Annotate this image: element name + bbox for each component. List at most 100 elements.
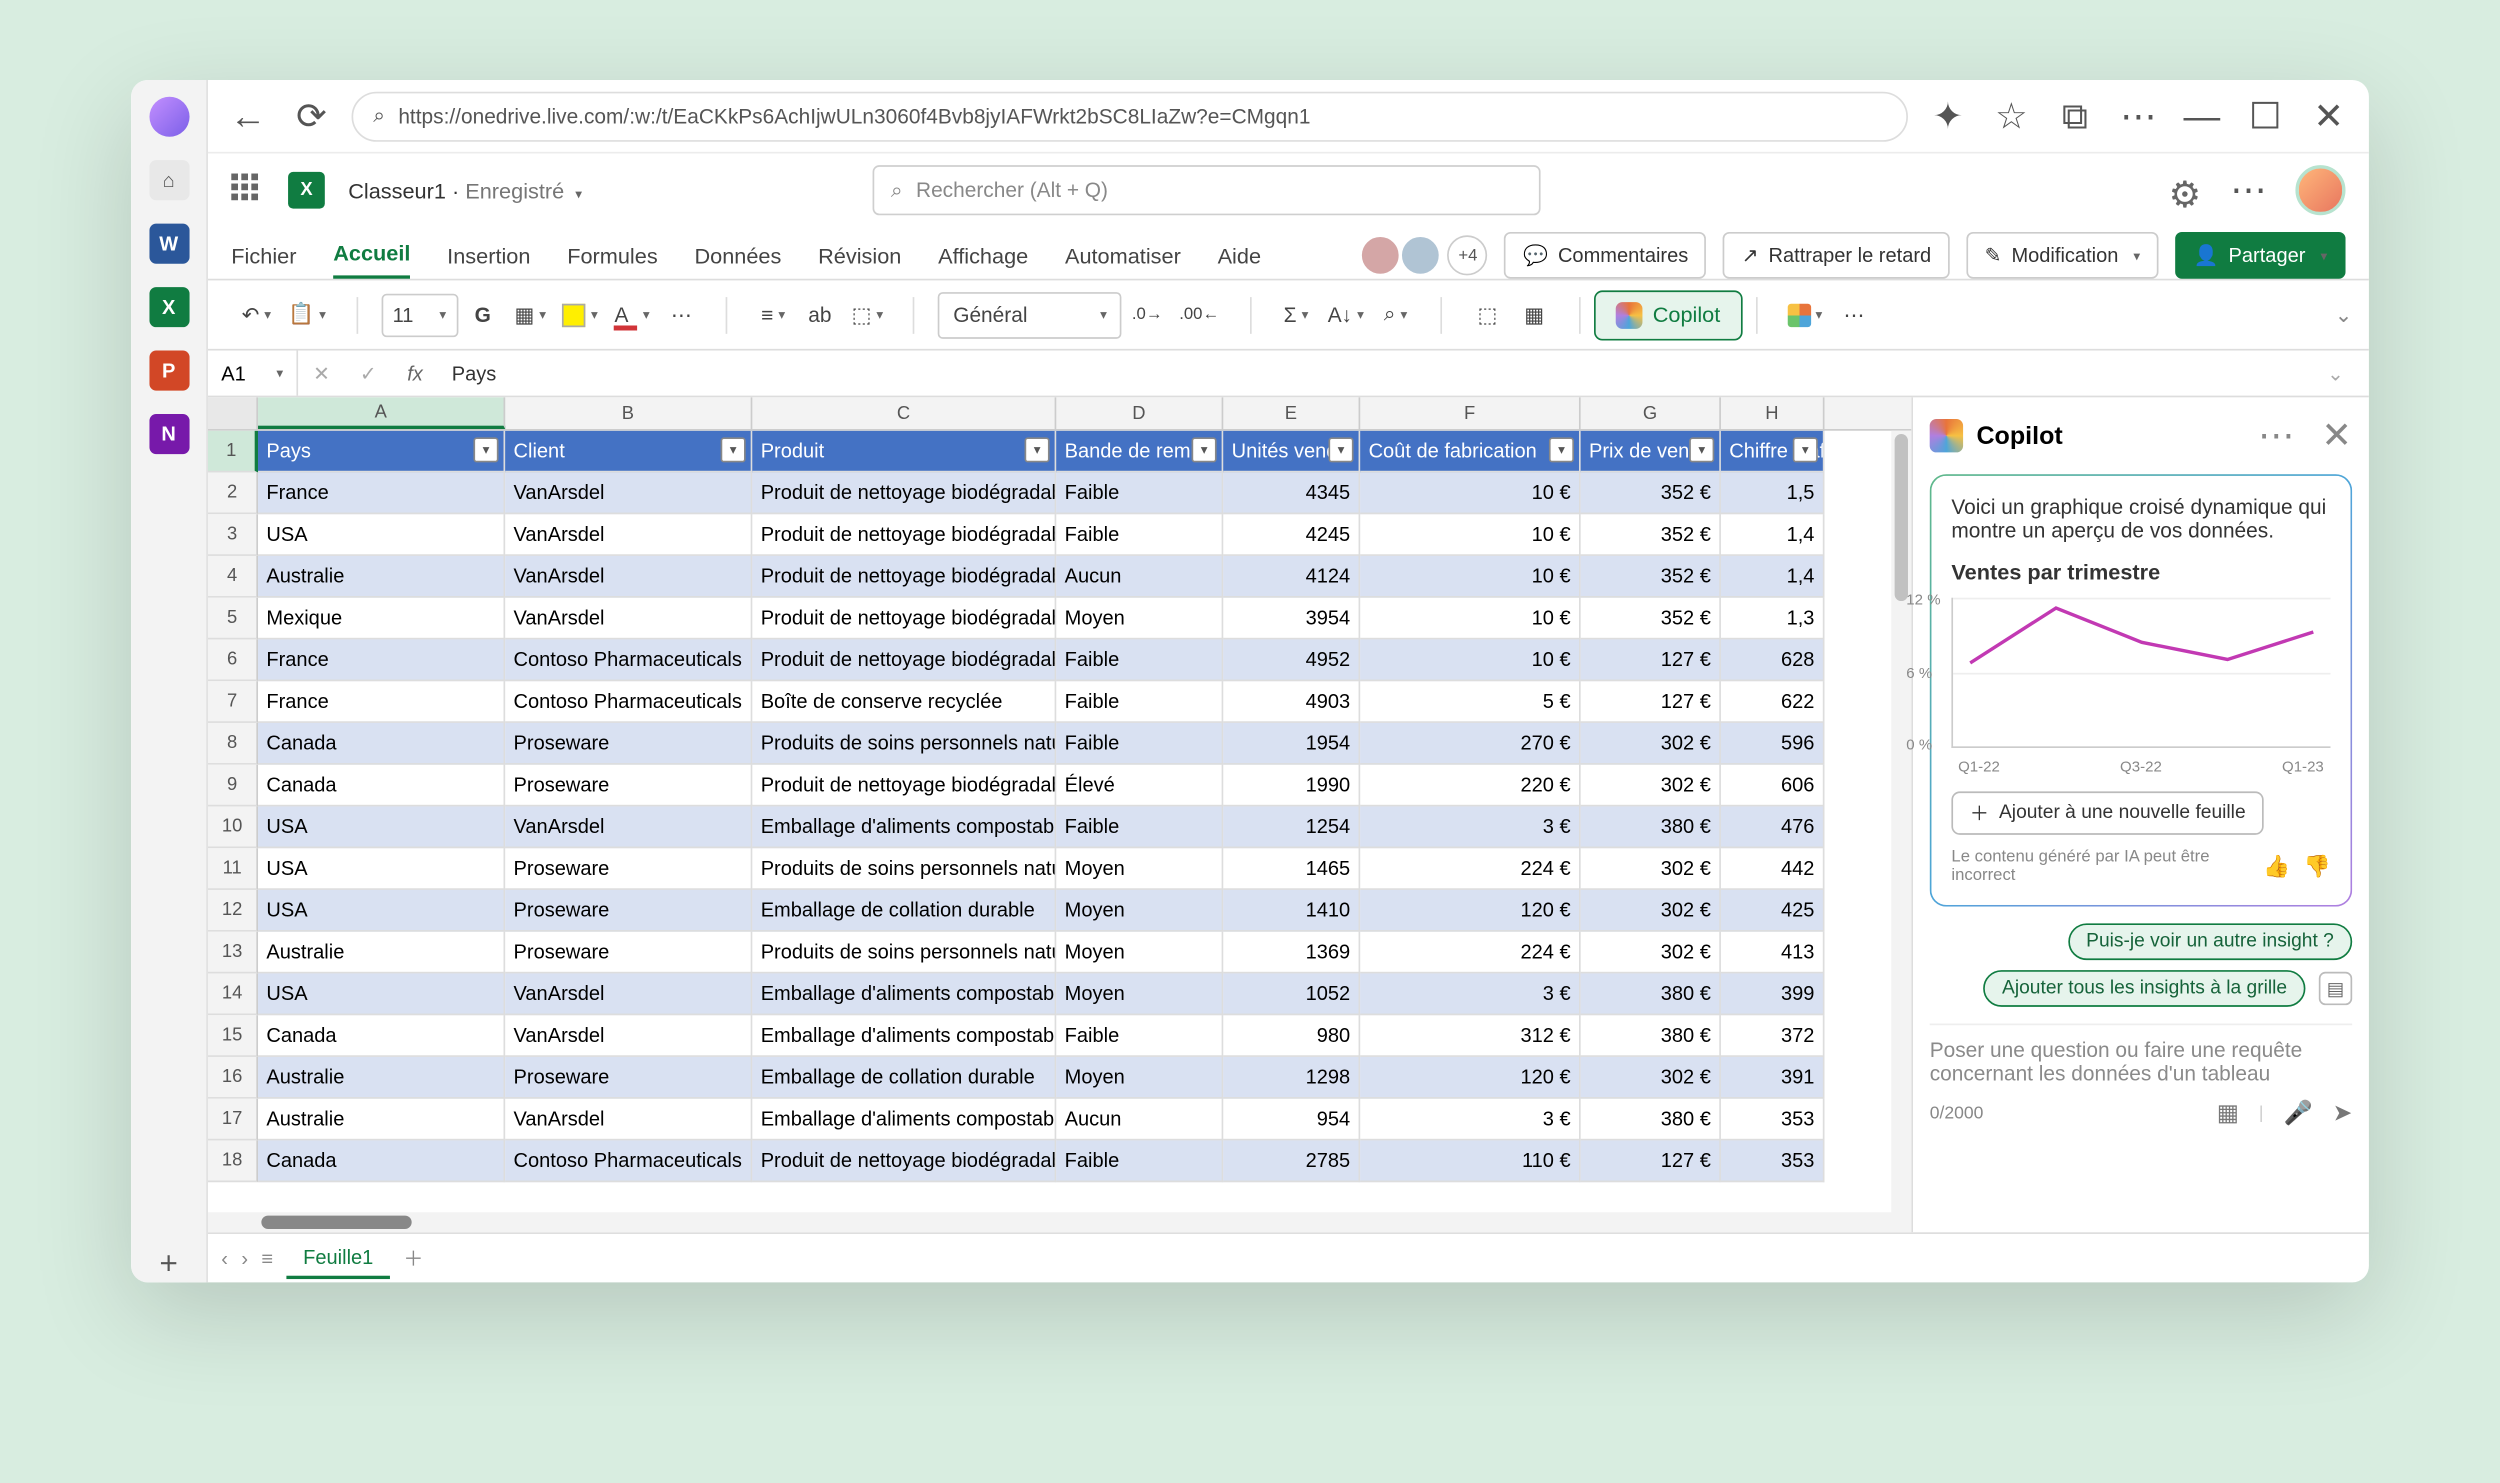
- table-cell[interactable]: USA: [258, 890, 505, 932]
- table-cell[interactable]: 302 €: [1581, 1057, 1721, 1099]
- table-cell[interactable]: Canada: [258, 1140, 505, 1182]
- table-cell[interactable]: 3954: [1223, 598, 1360, 640]
- table-cell[interactable]: USA: [258, 848, 505, 890]
- horizontal-scrollbar[interactable]: [208, 1212, 1911, 1232]
- accept-formula-icon[interactable]: ✓: [345, 361, 392, 384]
- table-cell[interactable]: Canada: [258, 765, 505, 807]
- tab-aide[interactable]: Aide: [1218, 244, 1261, 279]
- table-cell[interactable]: 1465: [1223, 848, 1360, 890]
- shield-icon[interactable]: ✦: [1925, 93, 1972, 140]
- col-header[interactable]: G: [1581, 397, 1721, 429]
- table-cell[interactable]: VanArsdel: [505, 1015, 752, 1057]
- font-size-input[interactable]: 11▾: [381, 293, 458, 336]
- table-cell[interactable]: 1298: [1223, 1057, 1360, 1099]
- row-header[interactable]: 7: [208, 681, 258, 723]
- add-app-icon[interactable]: ＋: [149, 1242, 189, 1282]
- table-cell[interactable]: 10 €: [1360, 598, 1580, 640]
- table-cell[interactable]: 1990: [1223, 765, 1360, 807]
- table-cell[interactable]: VanArsdel: [505, 1099, 752, 1141]
- table-cell[interactable]: VanArsdel: [505, 556, 752, 598]
- table-cell[interactable]: USA: [258, 806, 505, 848]
- catchup-button[interactable]: ↗Rattraper le retard: [1723, 232, 1949, 279]
- share-button[interactable]: 👤Partager▾: [2175, 232, 2345, 279]
- table-cell[interactable]: Contoso Pharmaceuticals: [505, 681, 752, 723]
- wrap-text-button[interactable]: ab: [798, 293, 841, 336]
- table-cell[interactable]: 1954: [1223, 723, 1360, 765]
- col-header[interactable]: E: [1223, 397, 1360, 429]
- table-cell[interactable]: 1,4: [1721, 556, 1825, 598]
- excel-app-icon[interactable]: X: [149, 287, 189, 327]
- tab-formules[interactable]: Formules: [567, 244, 657, 279]
- formula-input[interactable]: Pays: [438, 361, 2312, 384]
- filter-icon[interactable]: ▾: [721, 437, 746, 462]
- sheet-next-icon[interactable]: ›: [241, 1246, 248, 1269]
- table-cell[interactable]: 380 €: [1581, 1015, 1721, 1057]
- filter-icon[interactable]: ▾: [1689, 437, 1714, 462]
- table-header-cell[interactable]: Unités vend▾: [1223, 431, 1360, 473]
- table-cell[interactable]: USA: [258, 973, 505, 1015]
- table-cell[interactable]: Moyen: [1056, 932, 1223, 974]
- row-header[interactable]: 8: [208, 723, 258, 765]
- row-header[interactable]: 13: [208, 932, 258, 974]
- table-cell[interactable]: Australie: [258, 556, 505, 598]
- table-cell[interactable]: 425: [1721, 890, 1825, 932]
- table-cell[interactable]: Faible: [1056, 681, 1223, 723]
- row-header[interactable]: 1: [208, 431, 258, 473]
- table-cell[interactable]: 606: [1721, 765, 1825, 807]
- row-header[interactable]: 10: [208, 806, 258, 848]
- collections-icon[interactable]: ⧉: [2052, 93, 2099, 140]
- table-cell[interactable]: 1,5: [1721, 472, 1825, 514]
- table-cell[interactable]: France: [258, 681, 505, 723]
- table-cell[interactable]: Proseware: [505, 765, 752, 807]
- profile-avatar-small[interactable]: [149, 97, 189, 137]
- col-header[interactable]: H: [1721, 397, 1825, 429]
- table-cell[interactable]: Emballage d'aliments compostabl: [752, 806, 1056, 848]
- table-header-cell[interactable]: Client▾: [505, 431, 752, 473]
- table-cell[interactable]: Contoso Pharmaceuticals: [505, 639, 752, 681]
- borders-button[interactable]: ▦▾: [508, 293, 553, 336]
- url-bar[interactable]: ⌕ https://onedrive.live.com/:w:/t/EaCKkP…: [352, 91, 1908, 141]
- vertical-scrollbar[interactable]: [1891, 431, 1911, 1233]
- filter-icon[interactable]: ▾: [473, 437, 498, 462]
- table-cell[interactable]: 127 €: [1581, 1140, 1721, 1182]
- table-cell[interactable]: Proseware: [505, 848, 752, 890]
- table-cell[interactable]: 4903: [1223, 681, 1360, 723]
- table-cell[interactable]: Faible: [1056, 514, 1223, 556]
- add-to-sheet-button[interactable]: ＋ Ajouter à une nouvelle feuille: [1951, 791, 2264, 834]
- table-cell[interactable]: Aucun: [1056, 1099, 1223, 1141]
- table-cell[interactable]: Moyen: [1056, 890, 1223, 932]
- paste-button[interactable]: 📋▾: [281, 293, 332, 336]
- table-cell[interactable]: Faible: [1056, 472, 1223, 514]
- col-header[interactable]: B: [505, 397, 752, 429]
- row-header[interactable]: 15: [208, 1015, 258, 1057]
- table-cell[interactable]: Proseware: [505, 723, 752, 765]
- fill-color-button[interactable]: ▾: [556, 293, 604, 336]
- autosum-button[interactable]: Σ▾: [1274, 293, 1317, 336]
- col-header[interactable]: C: [752, 397, 1056, 429]
- row-header[interactable]: 11: [208, 848, 258, 890]
- sheet-tab[interactable]: Feuille1: [286, 1238, 390, 1278]
- number-format-select[interactable]: Général▾: [938, 291, 1122, 338]
- increase-decimal-button[interactable]: .0→: [1125, 293, 1169, 336]
- table-cell[interactable]: 10 €: [1360, 639, 1580, 681]
- undo-button[interactable]: ↶▾: [235, 293, 278, 336]
- table-header-cell[interactable]: Chiffre d'aff▾: [1721, 431, 1825, 473]
- table-cell[interactable]: Moyen: [1056, 1057, 1223, 1099]
- table-cell[interactable]: 352 €: [1581, 472, 1721, 514]
- tab-fichier[interactable]: Fichier: [231, 244, 296, 279]
- table-cell[interactable]: Produit de nettoyage biodégradabl: [752, 514, 1056, 556]
- name-box[interactable]: A1▾: [208, 351, 298, 396]
- table-cell[interactable]: Australie: [258, 1099, 505, 1141]
- sort-button[interactable]: A↓▾: [1321, 293, 1370, 336]
- table-cell[interactable]: 110 €: [1360, 1140, 1580, 1182]
- table-cell[interactable]: Australie: [258, 1057, 505, 1099]
- table-cell[interactable]: 413: [1721, 932, 1825, 974]
- presence-avatar[interactable]: [1401, 235, 1441, 275]
- filter-icon[interactable]: ▾: [1025, 437, 1050, 462]
- table-cell[interactable]: Produits de soins personnels natur: [752, 848, 1056, 890]
- more-icon[interactable]: ⋯: [2225, 167, 2272, 214]
- send-icon[interactable]: ➤: [2333, 1099, 2353, 1127]
- table-cell[interactable]: Moyen: [1056, 598, 1223, 640]
- table-cell[interactable]: 391: [1721, 1057, 1825, 1099]
- table-cell[interactable]: VanArsdel: [505, 514, 752, 556]
